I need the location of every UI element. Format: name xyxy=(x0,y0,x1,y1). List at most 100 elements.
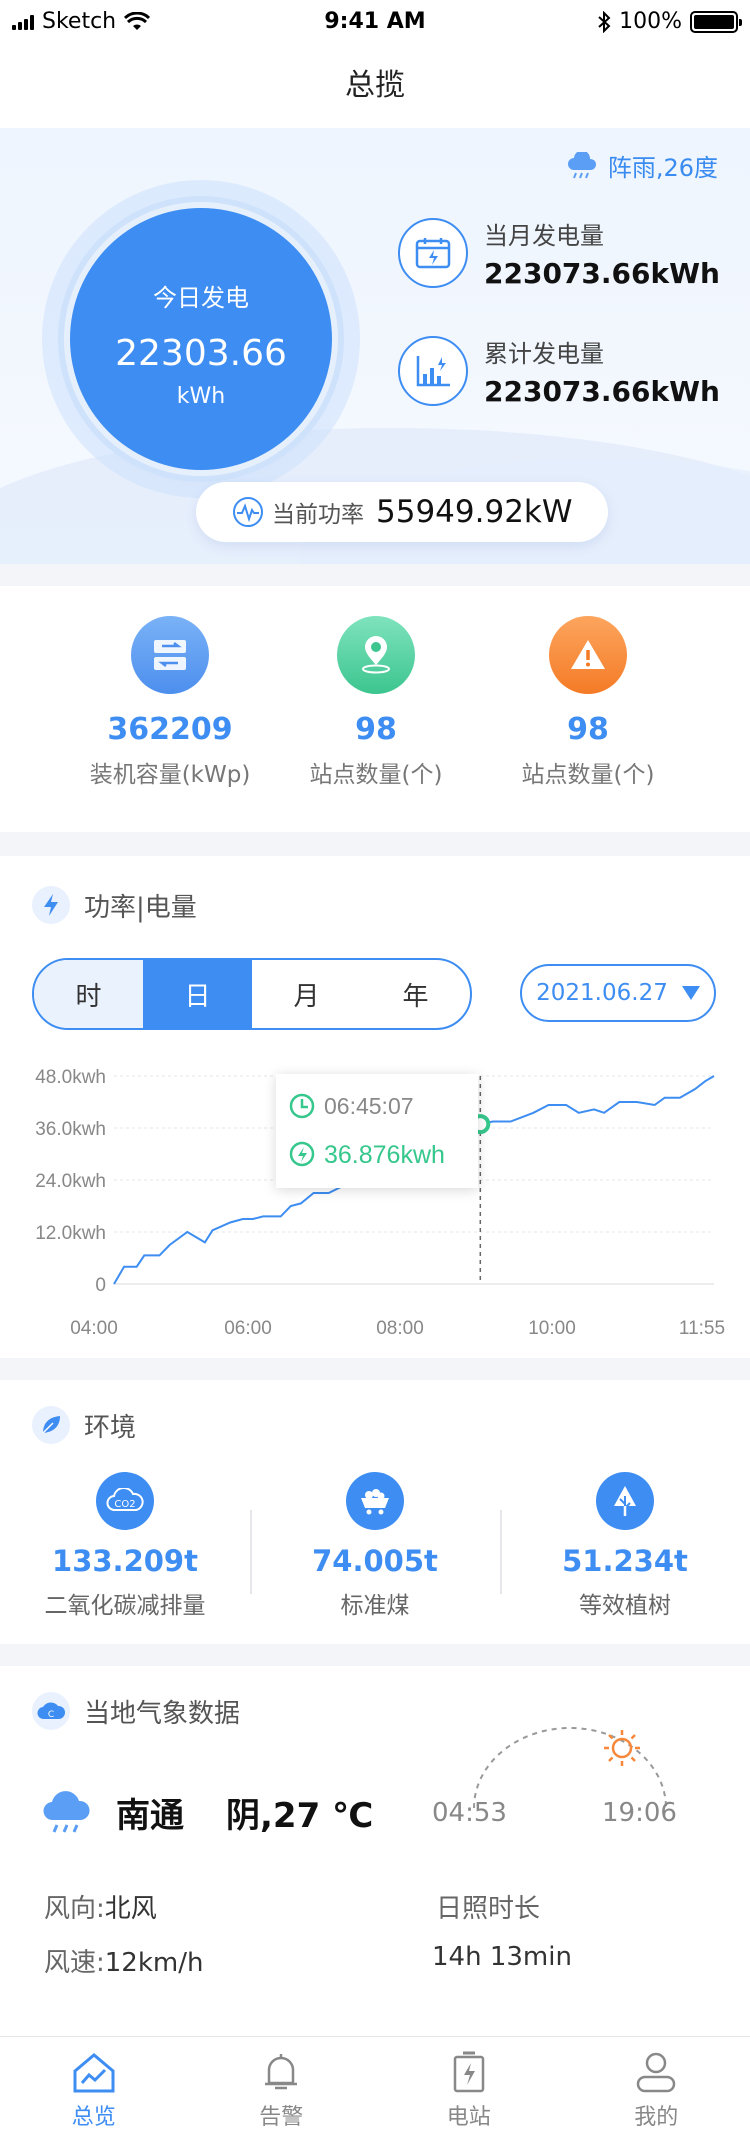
wind-speed: 风速:12km/h xyxy=(44,1942,203,1979)
x-tick-label: 04:00 xyxy=(70,1318,118,1339)
sunrise-time: 04:53 xyxy=(432,1798,507,1828)
wind-direction: 风向:北风 xyxy=(44,1888,157,1925)
today-label: 今日发电 xyxy=(153,284,249,312)
today-unit: kWh xyxy=(176,384,226,409)
env-co2: CO2 133.209t 二氧化碳减排量 xyxy=(0,1472,250,1620)
today-generation-circle: 今日发电 22303.66 kWh xyxy=(70,208,332,470)
weather-summary: 南通 阴,27 ℃ xyxy=(40,1788,373,1837)
period-segmented-control: 时 日 月 年 xyxy=(32,958,472,1030)
bar-chart-bolt-icon xyxy=(398,336,468,406)
env-co2-value: 133.209t xyxy=(52,1544,198,1578)
wind-direction-label: 风向: xyxy=(44,1894,105,1924)
home-chart-icon xyxy=(73,2053,115,2093)
svg-text:C: C xyxy=(48,1710,54,1720)
sunshine-duration-label: 日照时长 xyxy=(436,1894,541,1924)
tab-profile[interactable]: 我的 xyxy=(563,2037,750,2146)
weather-city: 南通 xyxy=(116,1796,184,1836)
total-value: 223073.66kWh xyxy=(484,375,720,408)
environment-card: 环境 CO2 133.209t 二氧化碳减排量 74.005t 标准煤 51.2… xyxy=(0,1380,750,1644)
sunset-time: 19:06 xyxy=(602,1798,677,1828)
tab-overview[interactable]: 总览 xyxy=(0,2037,188,2146)
page-title: 总揽 xyxy=(345,68,405,103)
kpi-stations-label: 站点数量(个) xyxy=(309,762,443,788)
triangle-down-icon xyxy=(681,986,700,1000)
weather-section-title: 当地气象数据 xyxy=(84,1698,241,1729)
kpi-capacity[interactable]: 362209 装机容量(kWp) xyxy=(64,616,276,789)
tree-icon xyxy=(596,1472,654,1530)
sun-icon xyxy=(604,1730,640,1766)
date-picker-button[interactable]: 2021.06.27 xyxy=(520,964,716,1022)
month-generation: 当月发电量 223073.66kWh xyxy=(398,216,720,290)
kpi-stations[interactable]: 98 站点数量(个) xyxy=(270,616,482,789)
weather-tag: 阵雨,26度 xyxy=(566,148,718,183)
battery-station-icon xyxy=(453,2051,484,2093)
tab-overview-label: 总览 xyxy=(71,2105,116,2130)
tab-stations[interactable]: 电站 xyxy=(375,2037,563,2146)
sunshine-duration-value: 14h 13min xyxy=(432,1942,572,1972)
env-co2-label: 二氧化碳减排量 xyxy=(44,1593,206,1619)
tooltip-time: 06:45:07 xyxy=(324,1093,414,1119)
current-power-value: 55949.92kW xyxy=(376,494,573,530)
transfer-icon xyxy=(131,616,209,694)
tab-profile-label: 我的 xyxy=(634,2105,679,2130)
cloud-c-icon: C xyxy=(32,1692,70,1730)
wind-speed-value: 12km/h xyxy=(104,1948,204,1978)
env-coal: 74.005t 标准煤 xyxy=(250,1472,500,1620)
weather-section-header: C 当地气象数据 xyxy=(32,1692,240,1730)
tab-alerts-label: 告警 xyxy=(259,2105,304,2130)
total-generation: 累计发电量 223073.66kWh xyxy=(398,334,720,408)
bolt-icon xyxy=(32,886,70,924)
co2-icon: CO2 xyxy=(96,1472,154,1530)
pulse-icon xyxy=(233,497,263,527)
kpi-capacity-label: 装机容量(kWp) xyxy=(89,762,251,788)
calendar-bolt-icon xyxy=(398,218,468,288)
segment-year[interactable]: 年 xyxy=(361,960,470,1028)
power-section-header: 功率|电量 xyxy=(32,886,197,924)
chart-tooltip: 06:45:07 36.876kwh xyxy=(276,1074,478,1188)
month-label: 当月发电量 xyxy=(484,222,604,250)
y-tick-label: 36.0kwh xyxy=(35,1119,106,1140)
segment-day[interactable]: 日 xyxy=(143,960,252,1028)
kpi-alerts-label: 站点数量(个) xyxy=(521,762,655,788)
total-label: 累计发电量 xyxy=(484,340,604,368)
segment-hour[interactable]: 时 xyxy=(34,960,143,1028)
env-trees: 51.234t 等效植树 xyxy=(500,1472,750,1620)
x-tick-label: 11:55 xyxy=(679,1318,725,1339)
weather-card: C 当地气象数据 南通 阴,27 ℃ 04:53 19:06 风向:北风 风速:… xyxy=(0,1666,750,2036)
y-tick-label: 0 xyxy=(95,1275,106,1296)
y-tick-label: 48.0kwh xyxy=(35,1067,106,1088)
wind-speed-label: 风速: xyxy=(44,1948,105,1978)
warning-icon xyxy=(549,616,627,694)
tab-alerts[interactable]: 告警 xyxy=(188,2037,376,2146)
env-coal-value: 74.005t xyxy=(312,1544,438,1578)
weather-tag-text: 阵雨,26度 xyxy=(607,154,718,182)
power-section-title: 功率|电量 xyxy=(84,892,197,923)
tab-stations-label: 电站 xyxy=(446,2105,491,2130)
env-coal-label: 标准煤 xyxy=(340,1593,410,1619)
x-tick-label: 10:00 xyxy=(528,1318,576,1339)
wind-direction-value: 北风 xyxy=(104,1894,157,1924)
kpi-stations-value: 98 xyxy=(355,712,397,747)
weather-condition: 阴,27 ℃ xyxy=(226,1796,374,1836)
month-value: 223073.66kWh xyxy=(484,257,720,290)
kpi-capacity-value: 362209 xyxy=(107,712,233,747)
power-energy-card: 功率|电量 时 日 月 年 2021.06.27 0 12.0kwh 24.0kwh… xyxy=(0,856,750,1358)
power-line-chart: 0 12.0kwh 24.0kwh 36.0kwh 48.0kwh 04:00 06:00… xyxy=(35,1067,725,1339)
segment-month[interactable]: 月 xyxy=(252,960,361,1028)
env-trees-label: 等效植树 xyxy=(579,1593,671,1619)
bell-icon xyxy=(265,2054,298,2090)
tooltip-value: 36.876kwh xyxy=(324,1141,445,1169)
leaf-icon xyxy=(32,1406,70,1444)
rain-cloud-icon xyxy=(43,1790,90,1833)
kpi-alerts-value: 98 xyxy=(567,712,609,747)
env-section-title: 环境 xyxy=(84,1412,137,1443)
current-power-label: 当前功率 xyxy=(272,502,364,528)
status-bar: Sketch 9:41 AM 100% xyxy=(0,0,750,44)
x-tick-label: 06:00 xyxy=(224,1318,272,1339)
nav-bar: 总揽 xyxy=(0,44,750,128)
bluetooth-icon xyxy=(598,10,611,33)
kpi-alerts[interactable]: 98 站点数量(个) xyxy=(482,616,694,789)
svg-text:CO2: CO2 xyxy=(114,1499,135,1510)
location-pin-icon xyxy=(337,616,415,694)
rain-cloud-icon xyxy=(567,151,596,178)
